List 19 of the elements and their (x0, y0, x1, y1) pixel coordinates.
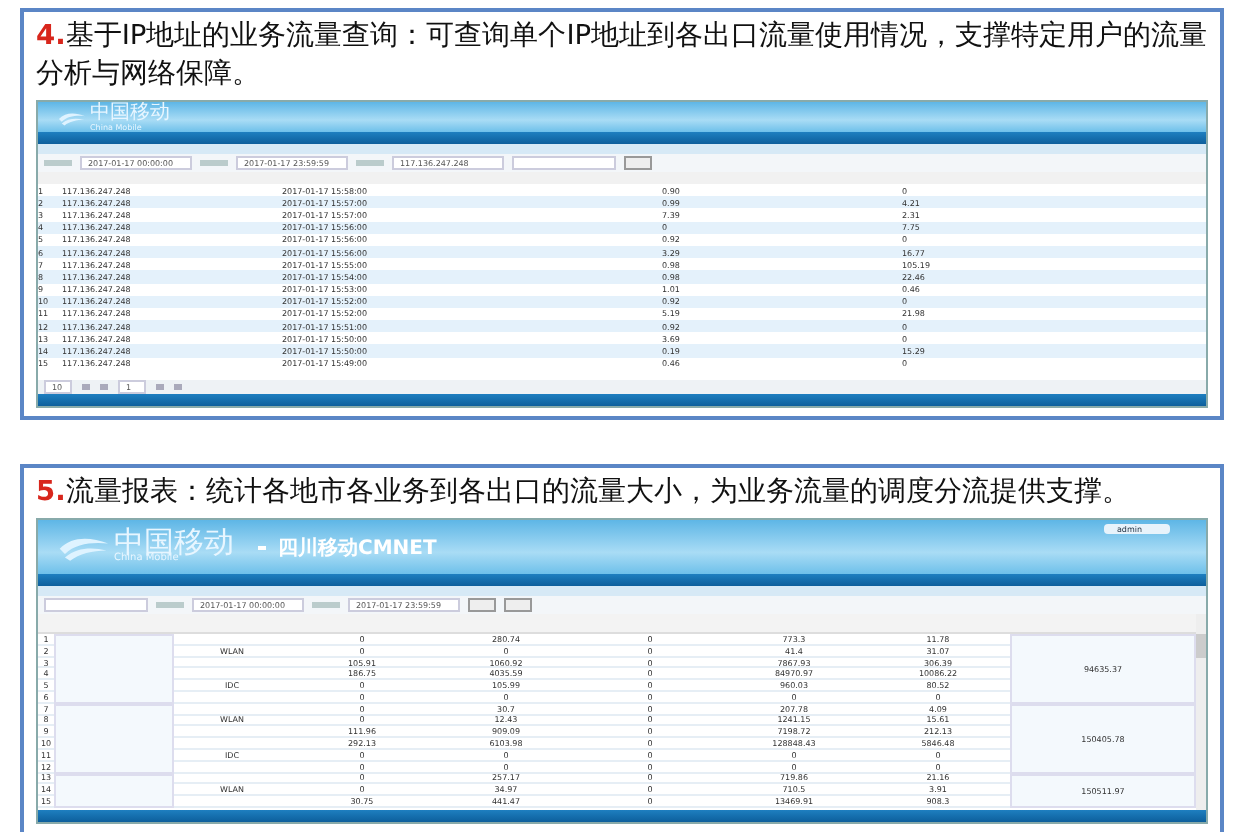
query-button[interactable] (468, 598, 496, 612)
prev-page-button[interactable] (100, 384, 108, 390)
scrollbar[interactable] (1196, 614, 1206, 810)
table-cell (54, 703, 174, 774)
logo-text: 中国移动 (114, 531, 234, 553)
first-page-button[interactable] (82, 384, 90, 390)
export-button[interactable] (504, 598, 532, 612)
select-field[interactable] (512, 156, 616, 170)
caption: 4.基于IP地址的业务流量查询：可查询单个IP地址到各出口流量使用情况，支撑特定用户的流量分析与网络保障。 (36, 18, 1208, 94)
query-button[interactable] (624, 156, 652, 170)
app-title: 四川移动CMNET (278, 535, 437, 561)
next-page-button[interactable] (156, 384, 164, 390)
caption: 5.流量报表：统计各地市各业务到各出口的流量大小，为业务流量的调度分流提供支撑。 (36, 474, 1132, 512)
table-cell (54, 634, 174, 704)
logo-text: 中国移动 (90, 102, 170, 124)
last-page-button[interactable] (174, 384, 182, 390)
table-cell (54, 773, 174, 808)
select-field[interactable] (44, 598, 148, 612)
logo-icon (58, 109, 86, 125)
